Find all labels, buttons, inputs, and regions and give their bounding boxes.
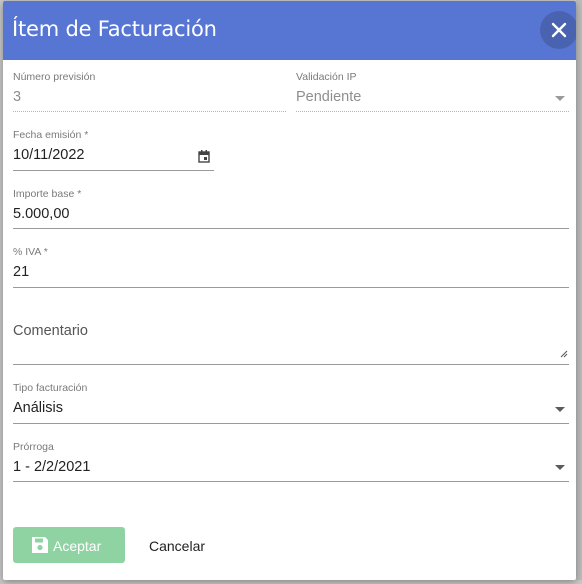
chevron-down-icon[interactable] (555, 407, 565, 412)
iva-field[interactable]: % IVA * 21 (13, 246, 569, 289)
calendar-icon[interactable] (198, 150, 210, 163)
dialog-title: Ítem de Facturación (12, 17, 217, 41)
cancel-button-label: Cancelar (149, 538, 206, 554)
importe-base-input[interactable]: 5.000,00 (13, 206, 69, 222)
iva-underline (13, 287, 569, 288)
tipo-facturacion-label: Tipo facturación (13, 382, 88, 394)
dialog-header: Ítem de Facturación (3, 1, 576, 60)
background-edge (576, 0, 582, 580)
prorroga-select[interactable]: Prórroga 1 - 2/2/2021 (13, 441, 569, 483)
comentario-placeholder: Comentario (13, 323, 88, 339)
close-icon (551, 22, 567, 38)
prorroga-value[interactable]: 1 - 2/2/2021 (13, 459, 90, 475)
tipo-facturacion-select[interactable]: Tipo facturación Análisis (13, 382, 569, 425)
iva-input[interactable]: 21 (13, 264, 29, 280)
fecha-emision-field[interactable]: Fecha emisión * 10/11/2022 (13, 129, 214, 172)
close-button[interactable] (540, 11, 576, 49)
iva-label: % IVA * (13, 246, 48, 258)
billing-item-dialog: Ítem de Facturación Número previsión 3 V… (3, 1, 576, 580)
importe-base-field[interactable]: Importe base * 5.000,00 (13, 188, 569, 230)
prorroga-label: Prórroga (13, 441, 54, 453)
cancel-button[interactable]: Cancelar (137, 527, 219, 563)
resize-handle-icon[interactable] (560, 350, 568, 358)
accept-button[interactable]: Aceptar (13, 527, 125, 563)
tipo-facturacion-value[interactable]: Análisis (13, 400, 63, 416)
prorroga-underline (13, 481, 569, 482)
chevron-down-icon[interactable] (555, 465, 565, 470)
accept-button-label: Aceptar (53, 538, 102, 554)
comentario-underline (13, 364, 569, 365)
importe-base-underline (13, 228, 569, 229)
numero-prevision-field: Número previsión 3 (13, 71, 286, 113)
validacion-ip-value: Pendiente (296, 89, 362, 105)
validacion-ip-label: Validación IP (296, 71, 357, 83)
importe-base-label: Importe base * (13, 188, 82, 200)
save-icon (32, 537, 48, 553)
chevron-down-icon (555, 96, 565, 101)
numero-prevision-value: 3 (13, 89, 22, 105)
numero-prevision-label: Número previsión (13, 71, 96, 83)
comentario-textarea[interactable]: Comentario (13, 319, 569, 366)
validacion-ip-underline (296, 111, 569, 112)
fecha-emision-input[interactable]: 10/11/2022 (13, 147, 85, 163)
fecha-emision-underline (13, 170, 214, 171)
tipo-facturacion-underline (13, 423, 569, 424)
fecha-emision-label: Fecha emisión * (13, 129, 89, 141)
validacion-ip-select: Validación IP Pendiente (296, 71, 569, 113)
numero-prevision-underline (13, 111, 286, 112)
